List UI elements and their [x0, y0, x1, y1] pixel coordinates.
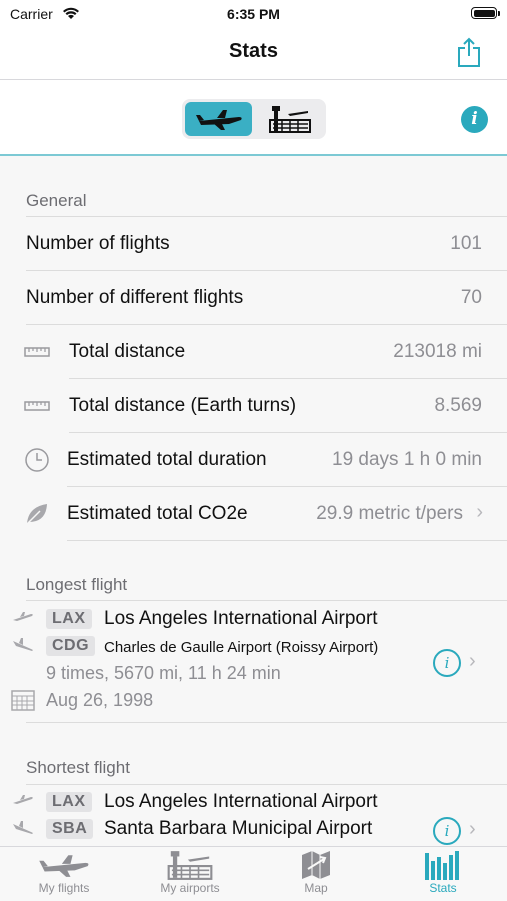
airport-code-badge: CDG	[46, 636, 96, 656]
stat-row-different-flights: Number of different flights 70	[0, 271, 507, 324]
section-header-general: General	[26, 191, 87, 210]
flight-summary: 9 times, 5670 mi, 11 h 24 min	[46, 663, 281, 683]
stat-value: 70	[460, 287, 482, 308]
tab-my-flights[interactable]: My flights	[4, 847, 124, 901]
airport-icon	[268, 106, 311, 133]
airport-name: Santa Barbara Municipal Airport	[104, 818, 373, 839]
stat-value: 213018 mi	[393, 341, 482, 362]
landing-icon	[13, 821, 33, 834]
airport-icon	[167, 851, 213, 880]
stat-label: Number of different flights	[26, 287, 244, 308]
chevron-right-icon: ›	[469, 818, 476, 840]
stat-label: Estimated total CO2e	[67, 503, 248, 524]
divider	[26, 722, 507, 723]
nav-divider	[0, 79, 507, 80]
map-icon	[302, 851, 330, 879]
tab-bar: My flights My airports Map Stats	[0, 846, 507, 901]
tab-label: Map	[304, 881, 328, 895]
divider	[67, 540, 507, 541]
airport-name: Los Angeles International Airport	[104, 791, 378, 812]
segment-airports[interactable]	[256, 102, 323, 136]
clock-time: 6:35 PM	[227, 6, 280, 22]
flight-info-icon[interactable]: i	[433, 649, 461, 677]
flight-info-icon[interactable]: i	[433, 817, 461, 845]
section-header-shortest: Shortest flight	[26, 758, 130, 777]
stat-row-duration: Estimated total duration 19 days 1 h 0 m…	[0, 433, 507, 486]
stat-value: 29.9 metric t/pers	[316, 503, 463, 524]
airport-code-badge: SBA	[46, 819, 94, 839]
airplane-icon	[39, 855, 89, 877]
ruler-icon	[24, 347, 50, 357]
tab-label: Stats	[429, 881, 457, 895]
chevron-right-icon: ›	[476, 501, 483, 523]
airport-code-badge: LAX	[46, 609, 92, 629]
airport-name: Charles de Gaulle Airport (Roissy Airpor…	[104, 639, 379, 656]
stat-label: Total distance (Earth turns)	[69, 395, 297, 416]
stats-icon	[425, 851, 459, 880]
flight-date: Aug 26, 1998	[46, 690, 154, 710]
stat-label: Number of flights	[26, 233, 170, 254]
section-header-longest: Longest flight	[26, 575, 128, 594]
stat-value: 8.569	[434, 395, 482, 416]
page-title: Stats	[229, 40, 278, 62]
battery-icon	[471, 7, 497, 19]
airplane-icon	[195, 110, 242, 130]
clock-icon	[25, 448, 49, 472]
airport-name: Los Angeles International Airport	[104, 608, 378, 629]
tab-stats[interactable]: Stats	[383, 847, 503, 901]
stat-label: Total distance	[69, 341, 186, 362]
battery-tip	[498, 11, 500, 16]
stat-row-total-distance: Total distance 213018 mi	[0, 325, 507, 378]
landing-icon	[13, 638, 33, 651]
chevron-right-icon: ›	[469, 650, 476, 672]
share-icon[interactable]	[456, 36, 482, 68]
tab-my-airports[interactable]: My airports	[130, 847, 250, 901]
calendar-icon	[11, 690, 35, 711]
shortest-flight-card[interactable]: LAX Los Angeles International Airport SB…	[0, 785, 507, 846]
takeoff-icon	[13, 612, 33, 621]
takeoff-icon	[13, 795, 33, 804]
tab-map[interactable]: Map	[256, 847, 376, 901]
stat-row-earth-turns: Total distance (Earth turns) 8.569	[0, 379, 507, 432]
view-segmented-control[interactable]	[182, 99, 326, 139]
airport-code-badge: LAX	[46, 792, 92, 812]
status-bar: Carrier 6:35 PM	[0, 0, 507, 28]
segment-flights[interactable]	[185, 102, 252, 136]
stat-value: 19 days 1 h 0 min	[332, 449, 482, 470]
stat-row-flights: Number of flights 101	[0, 217, 507, 270]
longest-flight-card[interactable]: LAX Los Angeles International Airport CD…	[0, 601, 507, 721]
tab-label: My flights	[38, 881, 90, 895]
stat-row-co2[interactable]: Estimated total CO2e 29.9 metric t/pers …	[0, 487, 507, 540]
ruler-icon	[24, 401, 50, 411]
stat-value: 101	[450, 233, 482, 254]
tab-label: My airports	[160, 881, 220, 895]
leaf-icon	[26, 504, 47, 525]
stat-label: Estimated total duration	[67, 449, 267, 470]
info-icon[interactable]: i	[461, 106, 488, 133]
